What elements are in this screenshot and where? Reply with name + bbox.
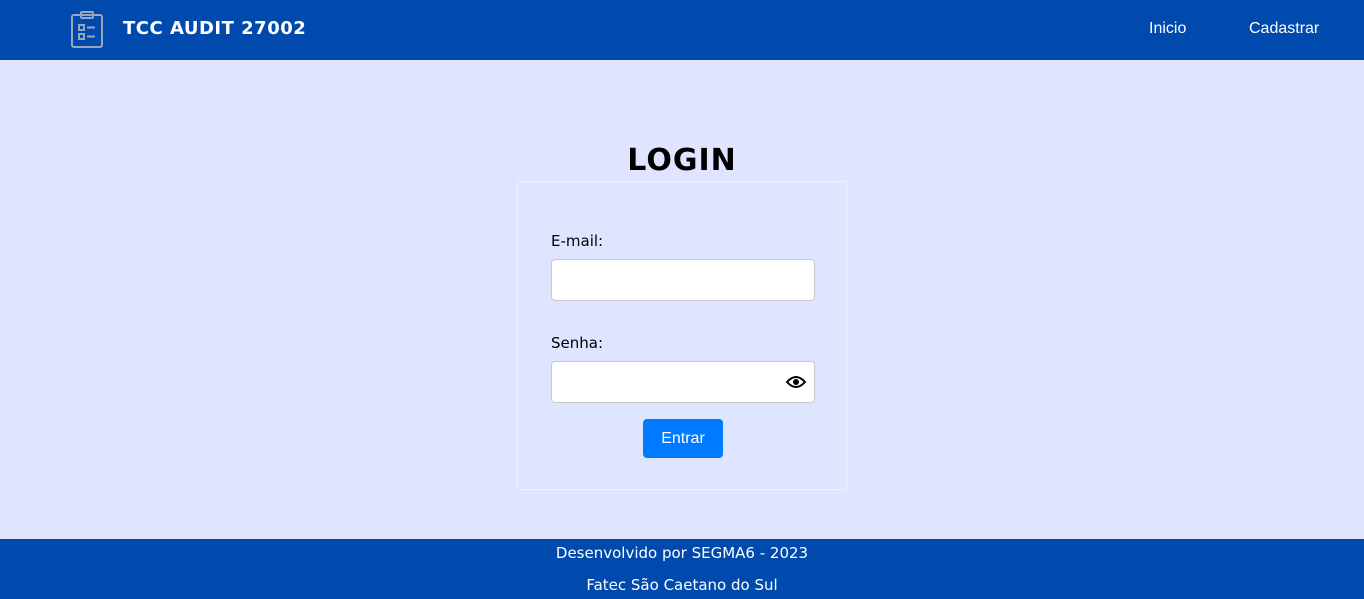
footer-credits: Desenvolvido por SEGMA6 - 2023 (555, 544, 809, 562)
password-field[interactable] (551, 361, 815, 403)
page-title: LOGIN (627, 143, 737, 178)
brand-title: TCC AUDIT 27002 (123, 18, 307, 39)
footer-institution: Fatec São Caetano do Sul (586, 576, 778, 594)
login-form: E-mail: Senha: Entrar (517, 181, 847, 490)
footer: Desenvolvido por SEGMA6 - 2023 Fatec São… (0, 539, 1364, 599)
eye-icon[interactable] (786, 374, 806, 390)
nav-cadastrar[interactable]: Cadastrar (1249, 20, 1319, 38)
navbar: TCC AUDIT 27002 Inicio Cadastrar (0, 0, 1364, 60)
email-field[interactable] (551, 259, 815, 301)
submit-button[interactable]: Entrar (643, 419, 723, 458)
clipboard-list-icon (71, 11, 103, 48)
nav-inicio[interactable]: Inicio (1149, 20, 1186, 38)
email-label: E-mail: (551, 232, 604, 250)
password-label: Senha: (551, 334, 604, 352)
